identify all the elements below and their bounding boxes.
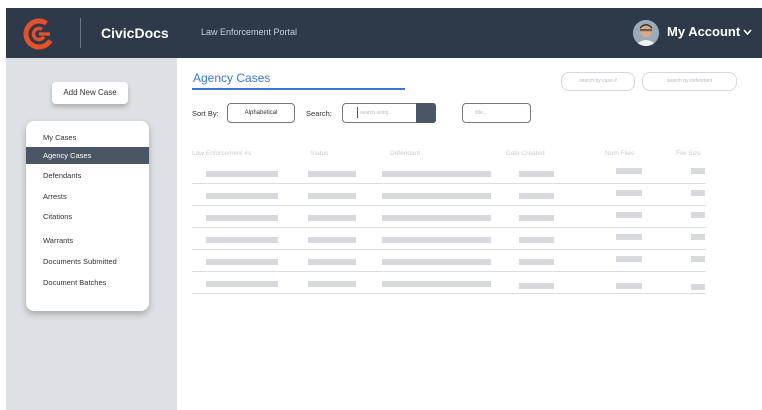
table-row[interactable] xyxy=(192,228,706,250)
placeholder-cell xyxy=(206,281,278,287)
logo-divider xyxy=(80,18,81,48)
sort-by-label: Sort By: xyxy=(192,109,219,118)
placeholder-cell xyxy=(616,168,642,174)
my-account-menu[interactable]: My Account xyxy=(667,24,740,39)
placeholder-cell xyxy=(206,259,278,265)
placeholder-cell xyxy=(382,281,491,287)
sidebar-item-defendants[interactable]: Defendants xyxy=(26,167,149,184)
placeholder-cell xyxy=(691,212,705,218)
placeholder-cell xyxy=(206,193,278,199)
table-row[interactable] xyxy=(192,206,706,228)
sidebar-item-label: Documents Submitted xyxy=(43,257,117,266)
placeholder-cell xyxy=(519,259,554,265)
sidebar-item-label: Warrants xyxy=(43,236,74,245)
sidebar-item-citations[interactable]: Citations xyxy=(26,208,149,225)
placeholder-cell xyxy=(519,283,554,289)
placeholder-cell xyxy=(382,237,491,243)
table-row[interactable] xyxy=(192,250,706,272)
column-header-file-size[interactable]: File Size xyxy=(676,150,701,157)
sidebar-item-label: Document Batches xyxy=(43,278,107,287)
placeholder-cell xyxy=(616,256,642,262)
avatar[interactable] xyxy=(633,20,659,46)
text-cursor xyxy=(357,107,358,118)
placeholder-cell xyxy=(691,168,705,174)
placeholder-cell xyxy=(308,259,356,265)
brand-name[interactable]: CivicDocs xyxy=(101,25,169,41)
placeholder-cell xyxy=(691,284,705,290)
table-row[interactable] xyxy=(192,184,706,206)
column-header-num-files[interactable]: Num Files xyxy=(605,150,634,157)
placeholder-cell xyxy=(691,190,705,196)
search-label: Search: xyxy=(306,109,332,118)
placeholder-cell xyxy=(519,237,554,243)
sort-by-select[interactable]: Alphabetical xyxy=(227,103,295,123)
table-row[interactable] xyxy=(192,162,706,184)
placeholder-cell xyxy=(519,215,554,221)
placeholder-cell xyxy=(308,237,356,243)
sidebar-item-arrests[interactable]: Arrests xyxy=(26,188,149,205)
column-header-status[interactable]: Status xyxy=(310,150,328,157)
sidebar-item-label: Arrests xyxy=(43,192,67,201)
placeholder-cell xyxy=(382,259,491,265)
placeholder-cell xyxy=(519,193,554,199)
column-header-date-created[interactable]: Date Created xyxy=(506,150,545,157)
sidebar-item-warrants[interactable]: Warrants xyxy=(26,232,149,249)
placeholder-cell xyxy=(616,190,642,196)
sidebar: Add New Case My Cases Agency Cases Defen… xyxy=(6,58,177,410)
placeholder-cell xyxy=(308,193,356,199)
page-title: Agency Cases xyxy=(193,71,271,85)
sidebar-item-label: Agency Cases xyxy=(43,151,92,160)
civicdocs-logo-icon[interactable] xyxy=(23,18,55,50)
page: CivicDocs Law Enforcement Portal My Acco… xyxy=(6,8,762,410)
search-input[interactable]: search using... xyxy=(342,103,417,123)
user-avatar-icon xyxy=(633,20,659,46)
add-new-case-button[interactable]: Add New Case xyxy=(52,82,128,104)
placeholder-cell xyxy=(206,171,278,177)
sidebar-item-my-cases[interactable]: My Cases xyxy=(26,129,149,146)
placeholder-cell xyxy=(206,237,278,243)
placeholder-cell xyxy=(691,234,705,240)
search-button[interactable] xyxy=(416,103,436,123)
placeholder-cell xyxy=(616,283,642,289)
table-row[interactable] xyxy=(192,272,706,294)
top-bar: CivicDocs Law Enforcement Portal My Acco… xyxy=(6,8,762,58)
portal-name: Law Enforcement Portal xyxy=(201,27,298,37)
sidebar-nav: My Cases Agency Cases Defendants Arrests… xyxy=(26,121,149,311)
sidebar-item-label: My Cases xyxy=(43,133,77,142)
search-by-defendant-input[interactable]: search by defendant xyxy=(642,72,737,91)
placeholder-cell xyxy=(382,193,491,199)
placeholder-cell xyxy=(616,212,642,218)
placeholder-cell xyxy=(691,256,705,262)
placeholder-cell xyxy=(382,171,491,177)
placeholder-cell xyxy=(206,215,278,221)
chevron-down-icon[interactable] xyxy=(743,29,752,35)
search-by-case-input[interactable]: search by case # xyxy=(561,72,635,91)
sidebar-item-agency-cases[interactable]: Agency Cases xyxy=(26,147,149,164)
sidebar-item-label: Defendants xyxy=(43,171,82,180)
sidebar-item-label: Citations xyxy=(43,212,73,221)
placeholder-cell xyxy=(308,215,356,221)
column-header-law-enforcement[interactable]: Law Enforcement #s xyxy=(192,150,251,157)
placeholder-cell xyxy=(616,234,642,240)
sidebar-item-documents-submitted[interactable]: Documents Submitted xyxy=(26,253,149,270)
placeholder-cell xyxy=(382,215,491,221)
column-header-defendant[interactable]: Defendant xyxy=(390,150,420,157)
title-underline xyxy=(192,88,405,90)
sidebar-item-document-batches[interactable]: Document Batches xyxy=(26,274,149,291)
placeholder-cell xyxy=(308,281,356,287)
placeholder-cell xyxy=(519,171,554,177)
placeholder-cell xyxy=(308,171,356,177)
title-filter-input[interactable]: title... xyxy=(462,103,531,123)
